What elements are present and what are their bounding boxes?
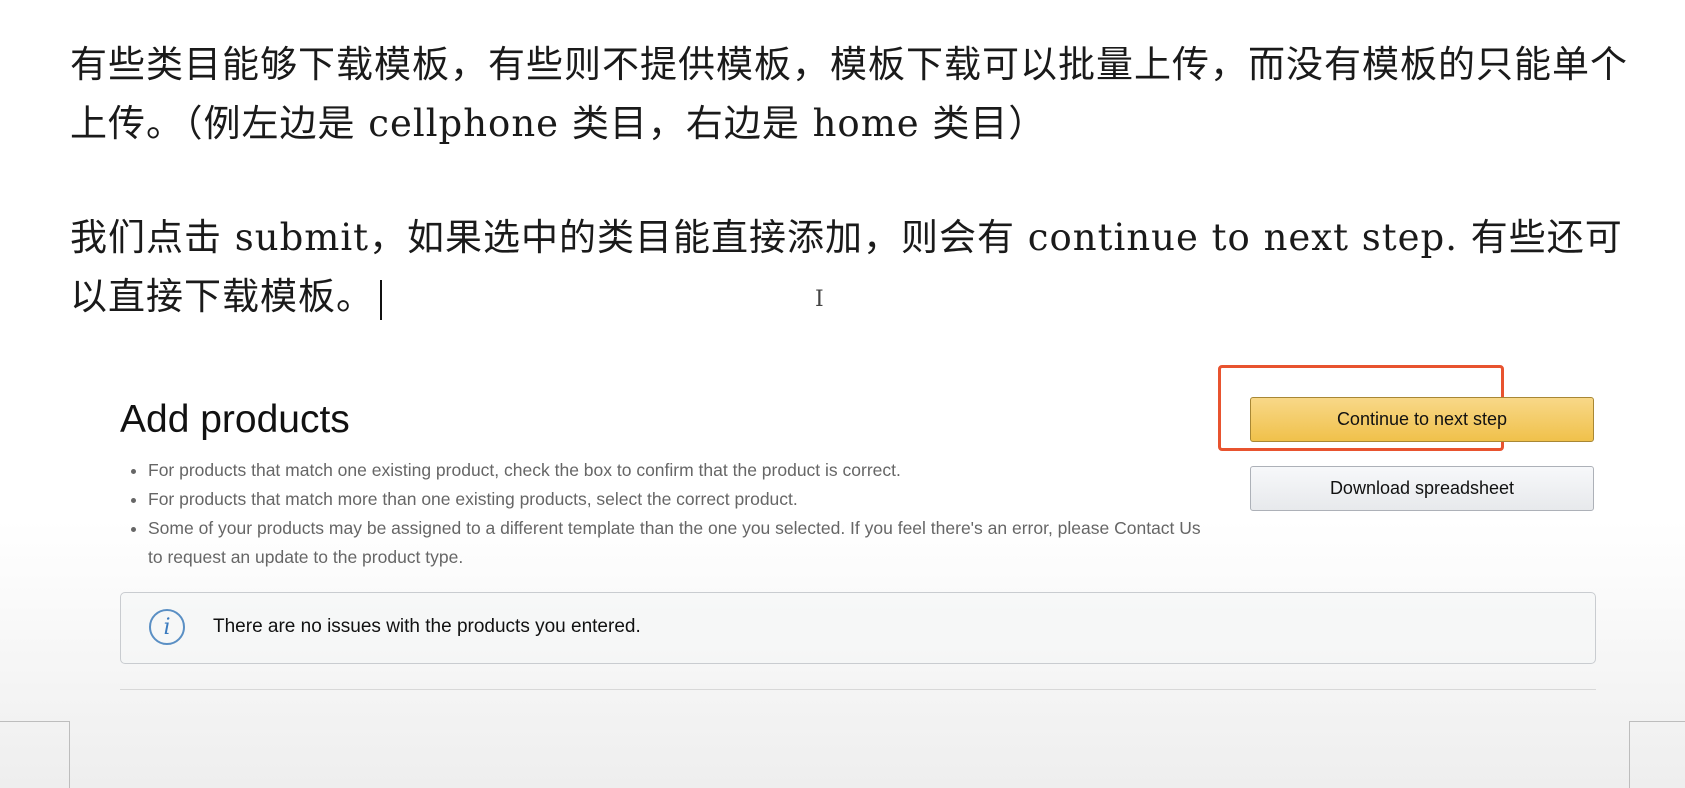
document-paragraph-1: 有些类目能够下载模板，有些则不提供模板，模板下载可以批量上传，而没有模板的只能单… (70, 43, 1628, 145)
instruction-item: Some of your products may be assigned to… (148, 514, 1208, 572)
instruction-item: For products that match more than one ex… (148, 485, 1208, 514)
text-caret (380, 279, 382, 320)
download-spreadsheet-button[interactable]: Download spreadsheet (1250, 466, 1594, 511)
instructions-list: For products that match one existing pro… (120, 456, 1208, 572)
info-alert: i There are no issues with the products … (120, 592, 1596, 664)
info-icon: i (149, 609, 185, 645)
alert-message: There are no issues with the products yo… (213, 616, 641, 637)
page-corner-marker-left (0, 721, 70, 788)
page-corner-marker-right (1629, 721, 1685, 788)
ibeam-cursor-icon: I (815, 287, 824, 312)
instruction-item: For products that match one existing pro… (148, 456, 1208, 485)
document-paragraph-2: 我们点击 submit，如果选中的类目能直接添加，则会有 continue to… (70, 208, 1630, 326)
continue-to-next-step-button[interactable]: Continue to next step (1250, 397, 1594, 442)
embedded-add-products-screenshot: Add products For products that match one… (120, 365, 1600, 700)
document-paragraph-2-text: 我们点击 submit，如果选中的类目能直接添加，则会有 continue to… (70, 216, 1623, 318)
add-products-title: Add products (120, 398, 350, 441)
divider (120, 689, 1596, 690)
